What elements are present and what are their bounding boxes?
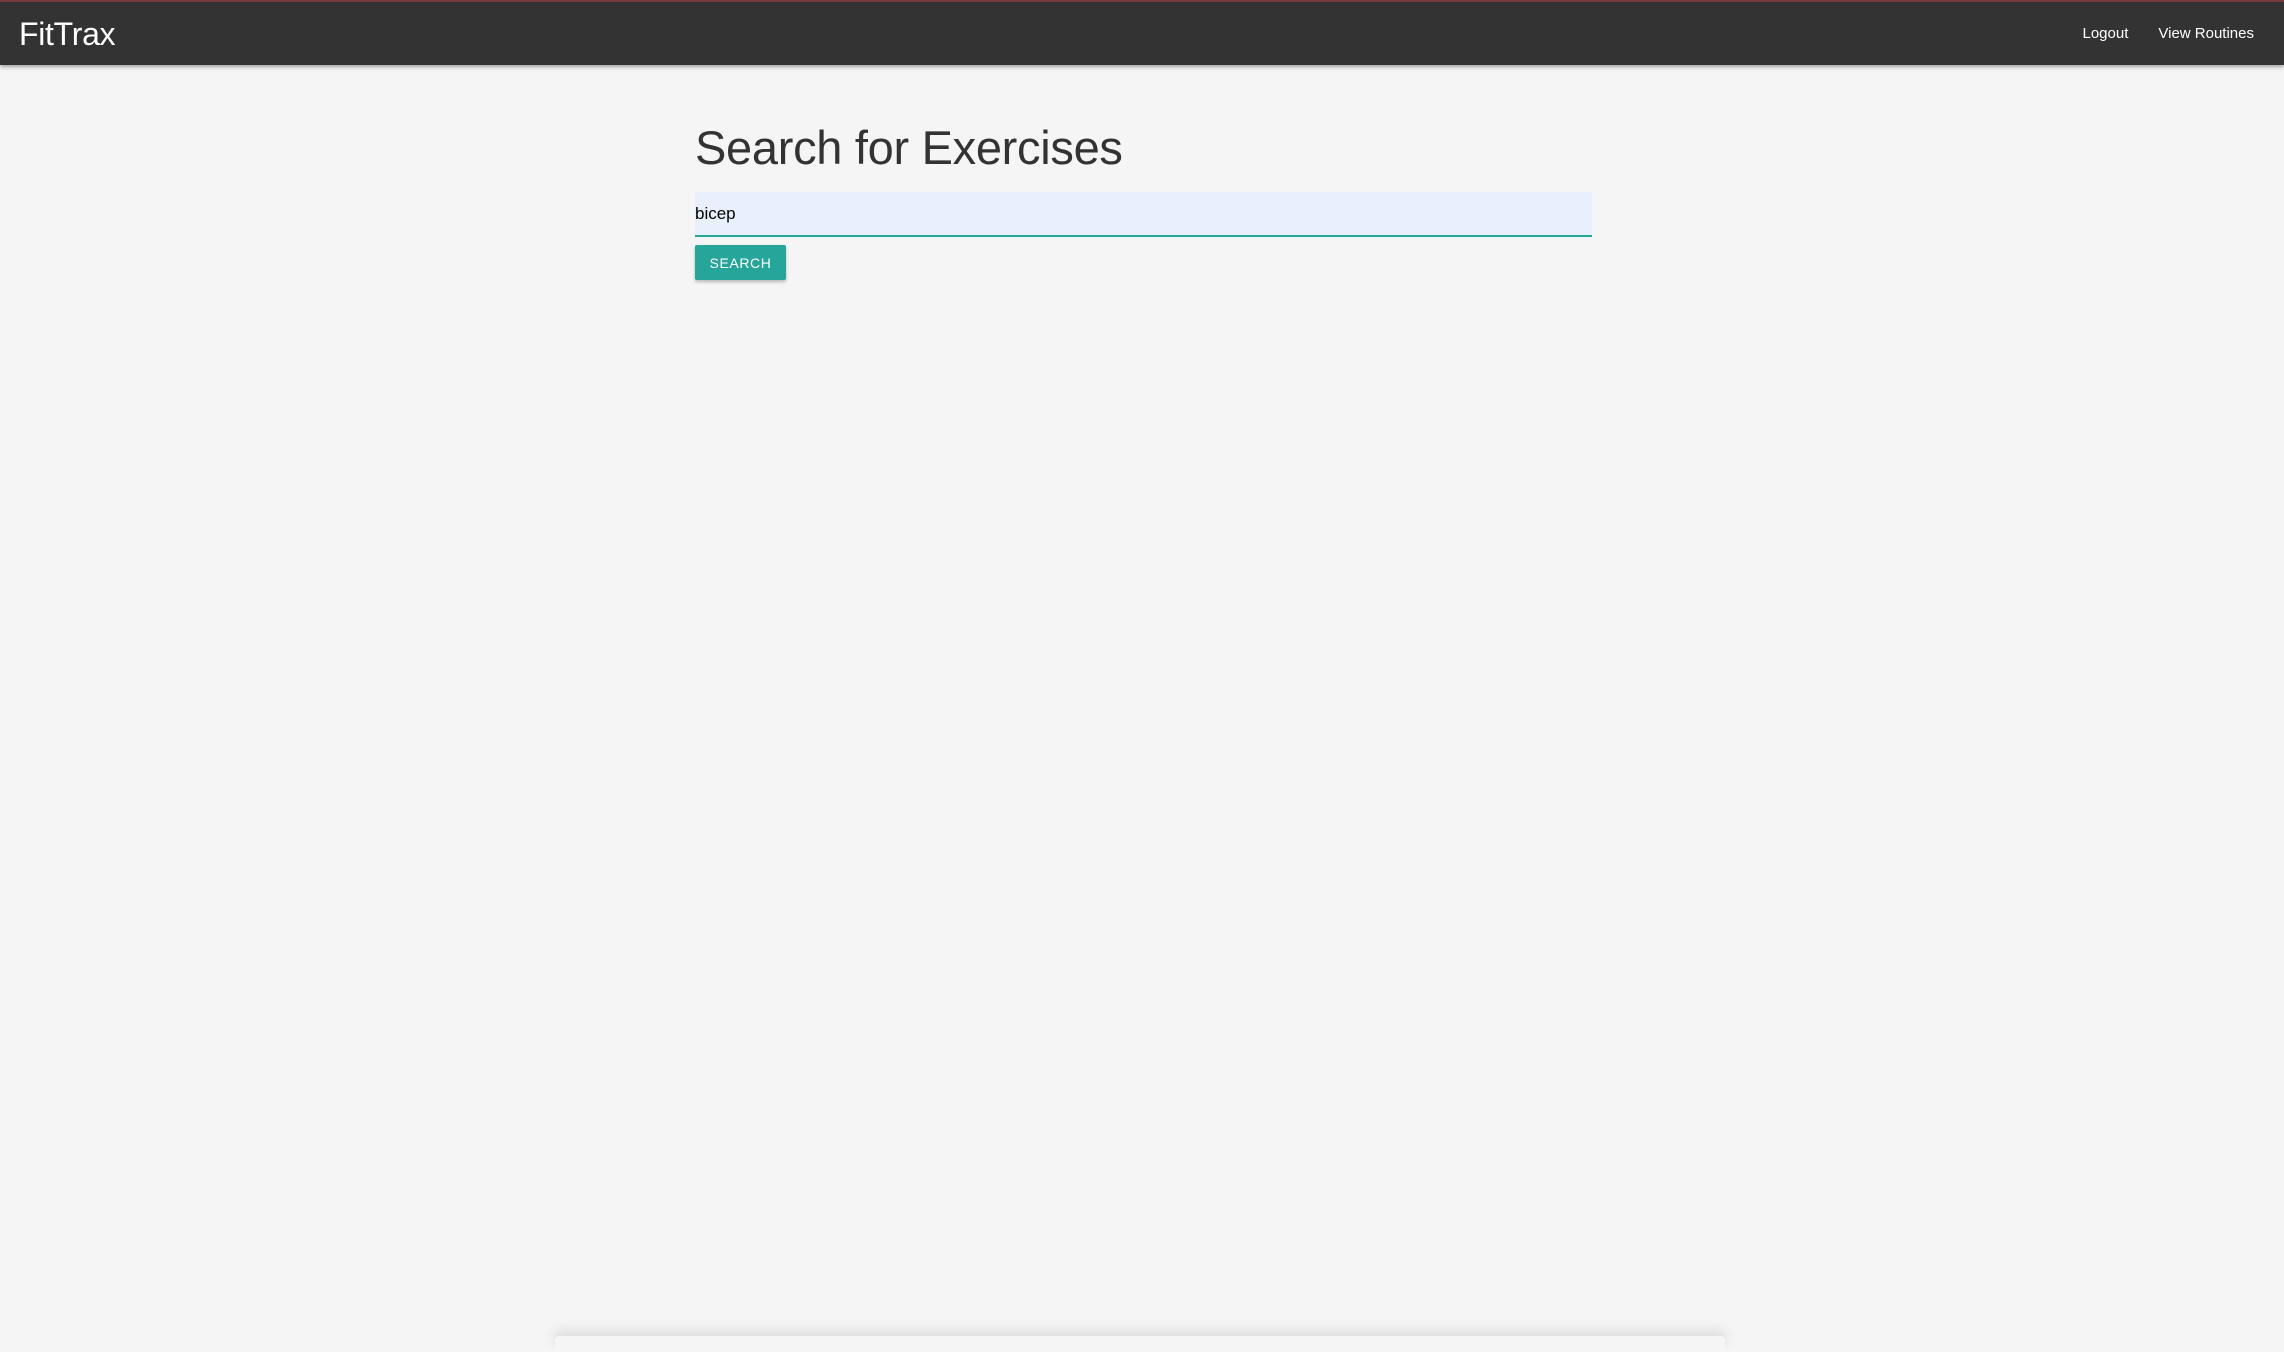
- bottom-panel-edge: [555, 1336, 1725, 1352]
- brand-logo[interactable]: FitTrax: [19, 12, 116, 56]
- page-title: Search for Exercises: [695, 121, 1123, 174]
- search-button[interactable]: SEARCH: [695, 245, 786, 280]
- search-input[interactable]: [695, 192, 1592, 237]
- search-panel: Search for Exercises SEARCH: [695, 120, 1592, 280]
- top-navbar: FitTrax Logout View Routines: [0, 0, 2284, 65]
- view-routines-link[interactable]: View Routines: [2158, 25, 2254, 42]
- nav-links: Logout View Routines: [2082, 2, 2254, 65]
- logout-link[interactable]: Logout: [2082, 25, 2128, 42]
